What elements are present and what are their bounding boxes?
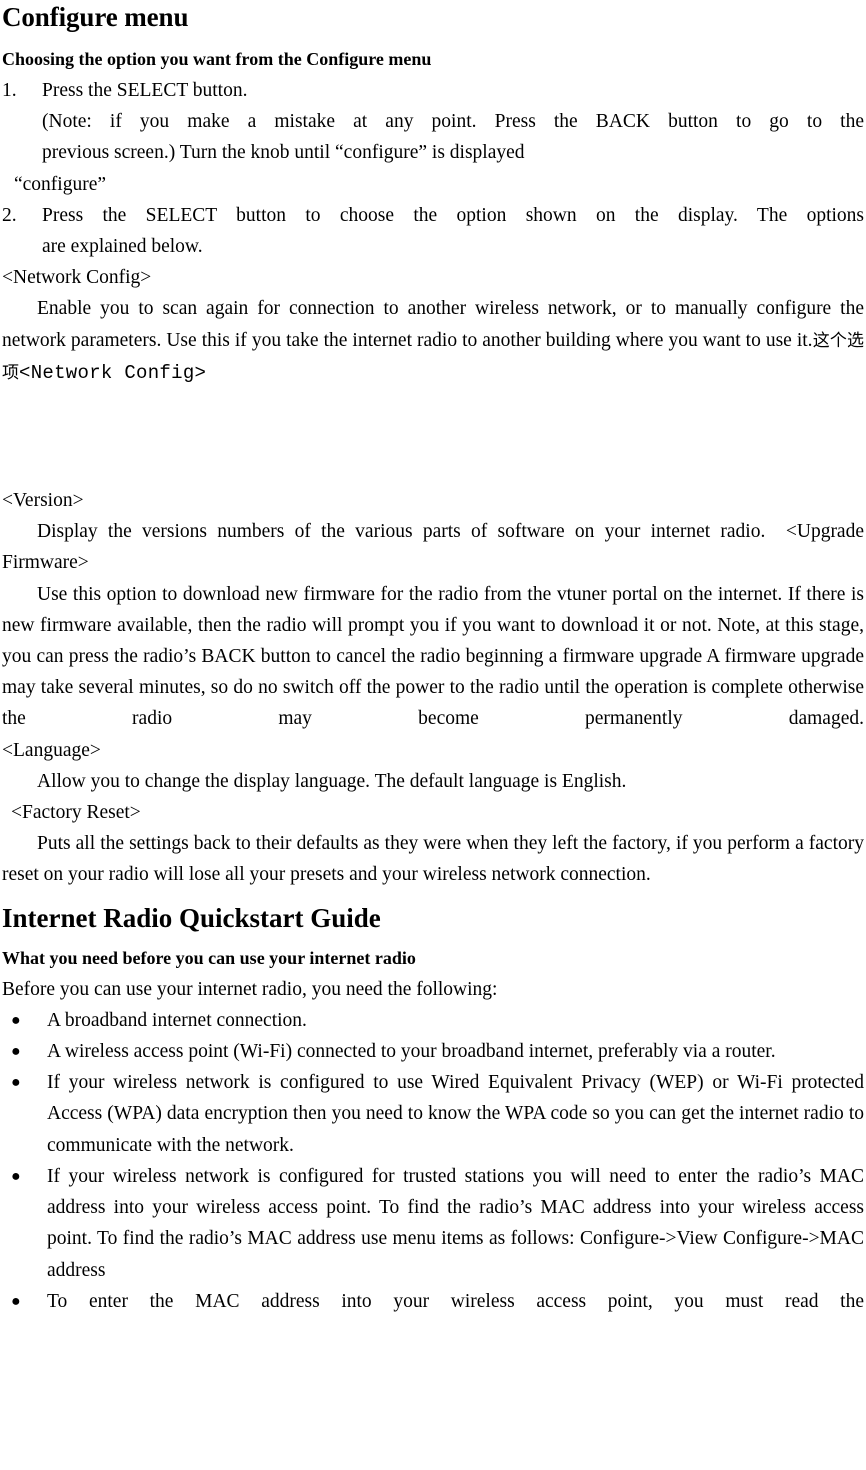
step-line: Press the SELECT button to choose the op…	[42, 204, 864, 226]
option-body-text: Display the versions numbers of the vari…	[37, 521, 766, 543]
document-page: Configure menu Choosing the option you w…	[0, 0, 866, 1470]
option-body-version: Display the versions numbers of the vari…	[2, 516, 864, 578]
step-line: (Note: if you make a mistake at any poin…	[42, 111, 864, 133]
step-marker: 2.	[2, 204, 17, 226]
list-item-bullet: ● A wireless access point (Wi-Fi) connec…	[2, 1036, 864, 1067]
bullet-text: If your wireless network is configured f…	[47, 1165, 864, 1281]
mono-tag-network-config: <Network Config>	[19, 361, 207, 384]
bullet-dot-icon: ●	[11, 1074, 21, 1092]
section-subheading-requirements: What you need before you can use your in…	[2, 947, 416, 968]
option-body-upgrade-firmware: Use this option to download new firmware…	[2, 583, 864, 730]
step-line: previous screen.) Turn the knob until “c…	[42, 142, 525, 164]
bullet-text: If your wireless network is configured t…	[47, 1072, 864, 1156]
bullet-dot-icon: ●	[11, 1167, 21, 1185]
step-line: Press the SELECT button.	[42, 80, 248, 101]
option-body-network-config: Enable you to scan again for connection …	[2, 293, 864, 389]
requirements-intro: Before you can use your internet radio, …	[2, 978, 498, 1000]
list-item-step-2: 2. Press the SELECT button to choose the…	[2, 200, 864, 262]
option-label-language: <Language>	[2, 739, 101, 761]
section-title-quickstart: Internet Radio Quickstart Guide	[2, 902, 381, 933]
configure-echo-line: “configure”	[14, 173, 107, 195]
option-body-text: Enable you to scan again for connection …	[2, 298, 864, 351]
bullet-dot-icon: ●	[11, 1043, 21, 1061]
list-item-bullet: ● To enter the MAC address into your wir…	[2, 1286, 864, 1317]
list-item-bullet: ● If your wireless network is configured…	[2, 1067, 864, 1161]
option-body-factory-reset: Puts all the settings back to their defa…	[2, 833, 864, 886]
list-item-step-1: 1. Press the SELECT button. (Note: if yo…	[2, 75, 864, 169]
blank-gap	[2, 389, 864, 485]
option-label-version: <Version>	[2, 490, 84, 512]
page-title: Configure menu	[2, 2, 189, 32]
list-item-bullet: ● A broadband internet connection.	[2, 1005, 864, 1036]
list-item-bullet: ● If your wireless network is configured…	[2, 1161, 864, 1286]
bullet-text: A wireless access point (Wi-Fi) connecte…	[47, 1041, 776, 1063]
step-marker: 1.	[2, 80, 17, 101]
step-line: are explained below.	[42, 236, 203, 258]
bullet-dot-icon: ●	[11, 1011, 21, 1029]
bullet-dot-icon: ●	[11, 1292, 21, 1310]
option-label-factory-reset: <Factory Reset>	[11, 802, 141, 824]
bullet-text: A broadband internet connection.	[47, 1009, 307, 1031]
bullet-text: To enter the MAC address into your wirel…	[47, 1290, 864, 1312]
option-body-language: Allow you to change the display language…	[37, 770, 627, 792]
option-label-network-config: <Network Config>	[2, 267, 152, 289]
section-subheading-choosing: Choosing the option you want from the Co…	[2, 49, 432, 69]
